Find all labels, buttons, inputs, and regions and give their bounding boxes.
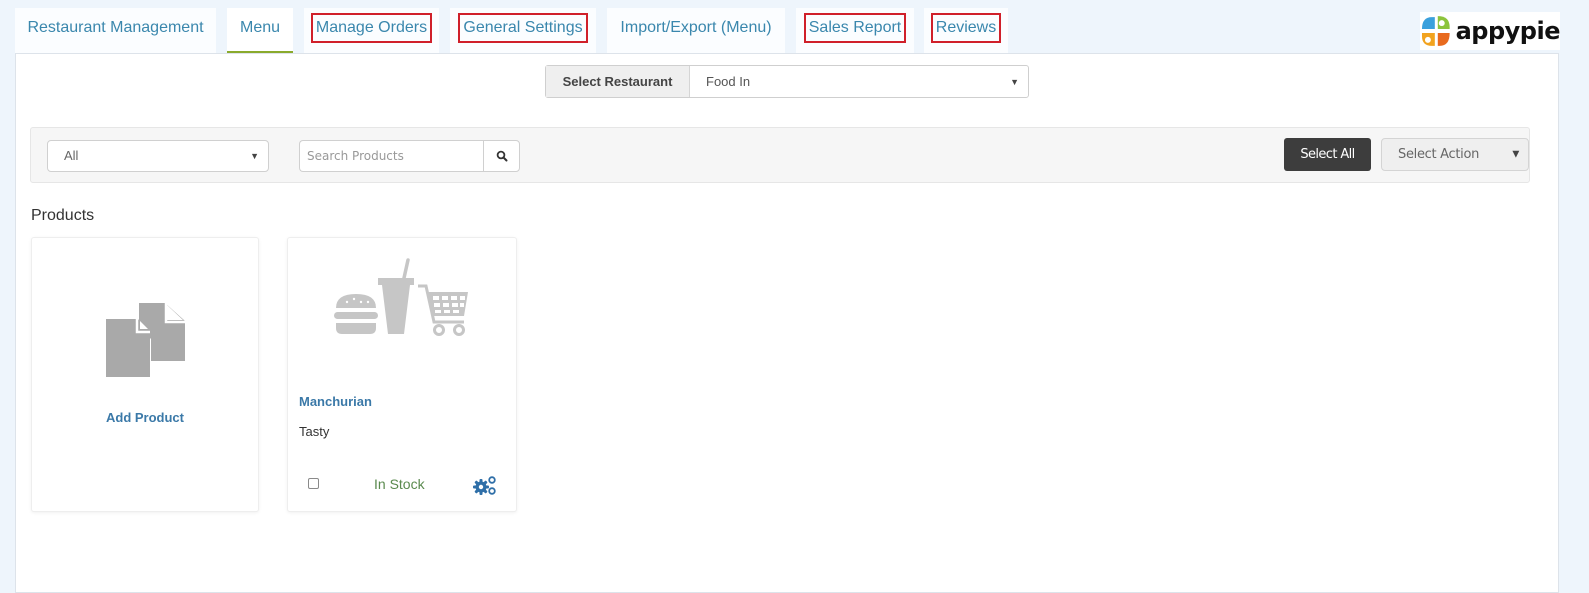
tab-import-export-menu[interactable]: Import/Export (Menu) bbox=[607, 8, 785, 53]
add-product-card[interactable]: Add Product bbox=[31, 237, 259, 512]
tab-reviews[interactable]: Reviews bbox=[924, 8, 1008, 53]
tab-menu[interactable]: Menu bbox=[227, 8, 293, 54]
appypie-logo: appypie bbox=[1420, 12, 1561, 50]
gears-icon bbox=[473, 476, 496, 495]
restaurant-selector-label: Select Restaurant bbox=[546, 66, 690, 97]
select-all-button[interactable]: Select All bbox=[1284, 138, 1371, 171]
product-name-link[interactable]: Manchurian bbox=[299, 394, 372, 409]
copy-documents-icon bbox=[106, 303, 185, 377]
search-icon bbox=[496, 150, 507, 162]
caret-down-icon: ▼ bbox=[250, 151, 259, 161]
select-action-dropdown[interactable]: Select Action ▼ bbox=[1381, 138, 1529, 171]
tab-label: Sales Report bbox=[803, 13, 907, 43]
product-settings-button[interactable] bbox=[473, 475, 497, 502]
category-filter-dropdown[interactable]: All ▼ bbox=[47, 140, 269, 172]
select-action-value: Select Action bbox=[1398, 147, 1480, 162]
add-product-label: Add Product bbox=[106, 410, 184, 425]
product-toolbar: All ▼ Select All Select Action ▼ bbox=[30, 127, 1530, 183]
caret-down-icon: ▼ bbox=[1010, 76, 1019, 87]
products-heading: Products bbox=[31, 207, 95, 224]
restaurant-dropdown-value: Food In bbox=[706, 74, 751, 89]
tab-sales-report[interactable]: Sales Report bbox=[796, 8, 914, 53]
tab-label: General Settings bbox=[458, 13, 588, 43]
tab-restaurant-management[interactable]: Restaurant Management bbox=[15, 8, 216, 53]
tab-manage-orders[interactable]: Manage Orders bbox=[304, 8, 439, 53]
product-description: Tasty bbox=[299, 424, 330, 439]
restaurant-dropdown[interactable]: Food In ▼ bbox=[690, 66, 1028, 97]
search-products-input[interactable] bbox=[299, 140, 483, 172]
tab-label: Import/Export (Menu) bbox=[620, 19, 772, 36]
menu-panel: Select Restaurant Food In ▼ All ▼ Select… bbox=[15, 53, 1559, 593]
tab-label: Restaurant Management bbox=[27, 19, 204, 36]
tab-label: Menu bbox=[239, 19, 281, 36]
food-cart-placeholder-icon bbox=[334, 258, 468, 336]
tab-label: Reviews bbox=[930, 13, 1002, 43]
caret-down-icon: ▼ bbox=[1512, 149, 1519, 159]
category-filter-value: All bbox=[64, 148, 79, 163]
product-card: Manchurian Tasty In Stock bbox=[287, 237, 517, 512]
product-search bbox=[299, 140, 520, 172]
logo-text: appypie bbox=[1455, 17, 1561, 45]
appypie-logo-icon bbox=[1421, 16, 1450, 46]
search-button[interactable] bbox=[483, 140, 520, 172]
stock-status: In Stock bbox=[374, 476, 425, 492]
product-select-checkbox[interactable] bbox=[308, 478, 319, 489]
tab-general-settings[interactable]: General Settings bbox=[450, 8, 596, 53]
restaurant-selector: Select Restaurant Food In ▼ bbox=[545, 65, 1029, 98]
tab-label: Manage Orders bbox=[310, 13, 433, 43]
